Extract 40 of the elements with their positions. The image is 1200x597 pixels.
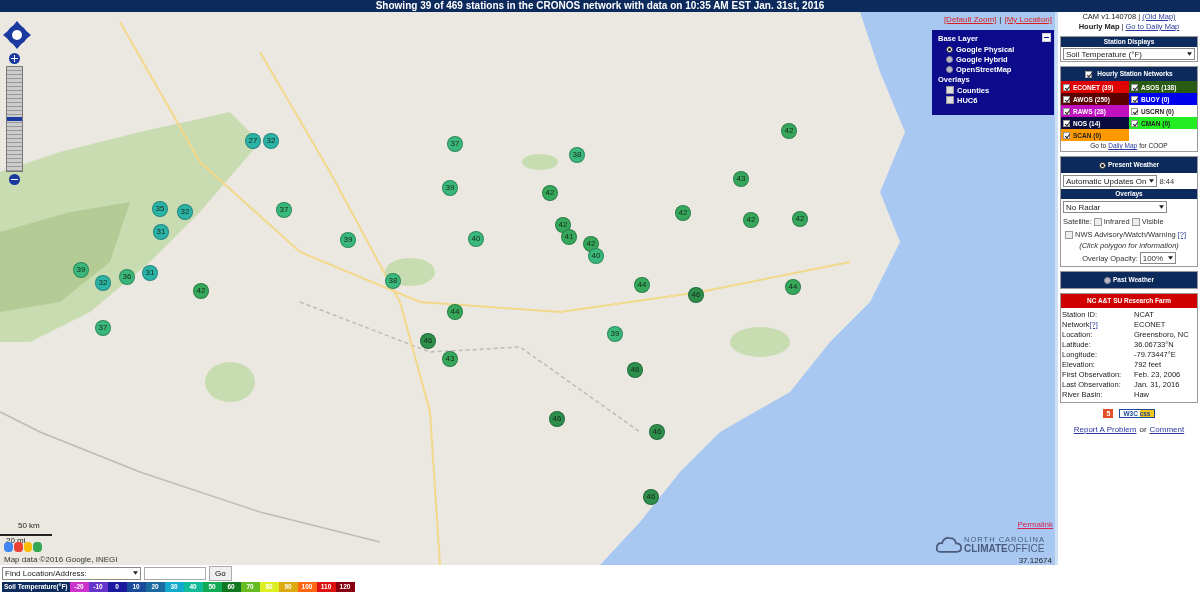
checkbox[interactable]	[1065, 230, 1073, 239]
zoom-out-button[interactable]	[9, 174, 20, 185]
caret-icon	[1159, 205, 1164, 209]
zoom-slider[interactable]	[6, 66, 23, 172]
caret-icon	[1187, 52, 1192, 56]
checkbox[interactable]	[1085, 70, 1093, 78]
checkbox[interactable]	[1131, 217, 1140, 226]
address-field[interactable]	[144, 566, 206, 580]
checkbox[interactable]	[1093, 217, 1102, 226]
opacity-select[interactable]: 100%	[1139, 252, 1176, 264]
radio-button[interactable]	[1098, 161, 1106, 169]
zoom-in-button[interactable]	[9, 53, 20, 64]
report-problem-link[interactable]: Report A Problem	[1073, 425, 1137, 434]
caret-icon	[1167, 256, 1173, 260]
checkbox[interactable]	[946, 86, 954, 94]
updates-select[interactable]: Automatic Updates On	[1063, 175, 1158, 187]
separator-text: |	[999, 15, 1002, 24]
comment-link[interactable]: Comment	[1149, 425, 1185, 434]
pan-control-icon[interactable]	[2, 20, 32, 50]
slider-thumb[interactable]	[7, 117, 22, 121]
map-logo-icon	[4, 542, 42, 552]
radar-select[interactable]: No Radar	[1063, 201, 1167, 213]
go-button[interactable]: Go	[209, 565, 232, 581]
minimize-button[interactable]	[1042, 33, 1051, 42]
display-select[interactable]: Soil Temperature (°F)	[1063, 48, 1195, 60]
or-text: or	[1139, 425, 1147, 434]
cloud-logo-icon	[936, 535, 963, 554]
logo-title: CLIMATEOFFICE	[964, 544, 1045, 554]
scale-km-label: 50 km	[18, 521, 40, 530]
coordinates-text: 37.12674	[1018, 556, 1052, 565]
map-attribution: Map data ©2016 Google, INEGI	[4, 555, 118, 564]
caret-icon	[1149, 179, 1155, 183]
radio-button[interactable]	[946, 65, 953, 73]
find-location-select[interactable]: Find Location/Address:	[2, 566, 141, 580]
title-bar: Showing 39 of 469 stations in the CRONOS network with data on 10:35 AM EST Jan. 31st, 2016	[0, 0, 1200, 12]
radio-button[interactable]	[1103, 276, 1111, 284]
radio-button[interactable]	[946, 45, 953, 53]
radio-button[interactable]	[946, 55, 953, 63]
checkbox[interactable]	[946, 96, 954, 104]
caret-icon	[133, 571, 138, 575]
